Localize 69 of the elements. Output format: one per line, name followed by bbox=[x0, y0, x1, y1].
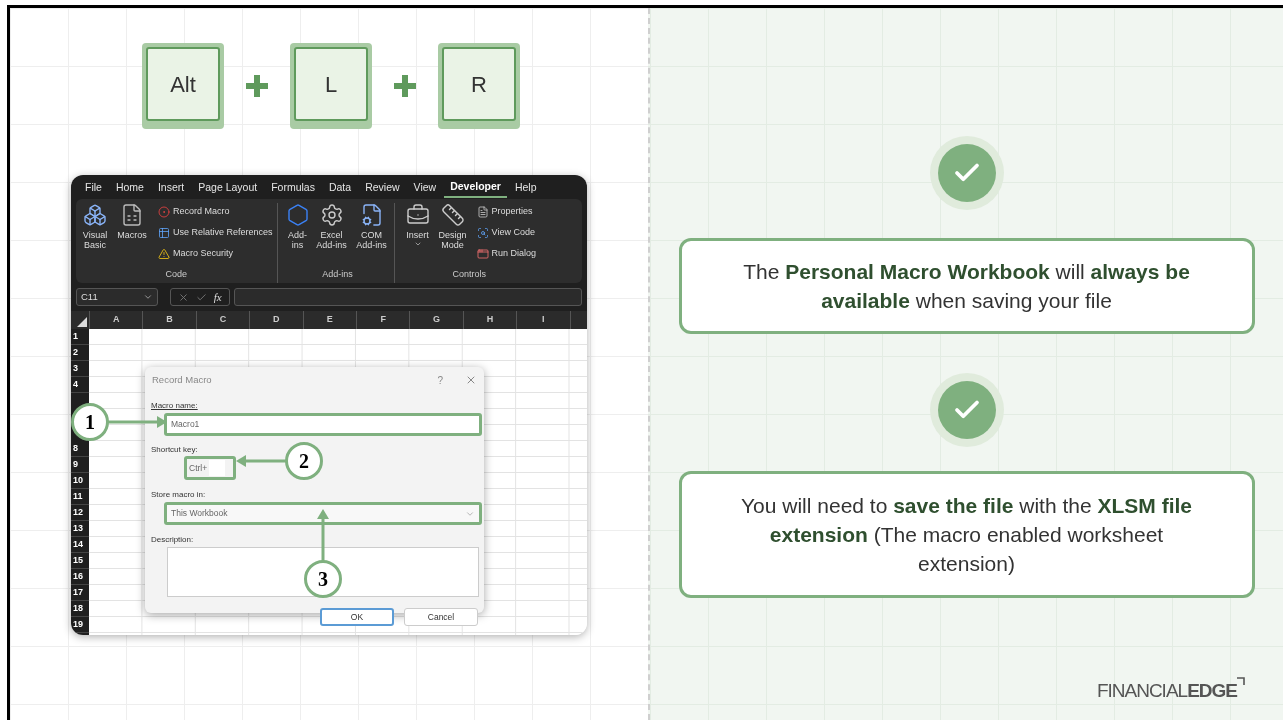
caret-icon bbox=[413, 240, 422, 248]
group-label: Add-ins bbox=[321, 267, 354, 281]
info-text: The Personal Macro Workbook will always be available when saving your file bbox=[742, 259, 1191, 314]
ribbon-button[interactable]: COM Add-ins bbox=[353, 203, 390, 268]
field-label: Shortcut key: bbox=[151, 444, 199, 456]
ribbon-button[interactable]: Add-ins bbox=[285, 203, 310, 268]
arrow bbox=[107, 416, 167, 428]
group-label: Code bbox=[164, 267, 189, 281]
ribbon-button[interactable]: Run Dialog bbox=[476, 245, 537, 262]
ribbon-tab[interactable]: Page Layout bbox=[192, 178, 264, 198]
close-icon[interactable] bbox=[465, 374, 477, 386]
check-icon[interactable] bbox=[196, 291, 207, 303]
keyboard-key: Alt bbox=[142, 43, 224, 129]
ribbon-button[interactable]: Design Mode bbox=[436, 203, 469, 268]
plus-icon bbox=[246, 75, 268, 97]
shortcut-field[interactable]: Ctrl+ bbox=[184, 456, 236, 480]
ribbon-button[interactable]: Macro Security bbox=[158, 245, 273, 262]
arrow bbox=[236, 455, 288, 467]
hexagon-icon bbox=[285, 203, 310, 227]
sheet-icon bbox=[120, 203, 144, 227]
table-icon bbox=[158, 226, 170, 239]
field-label: Store macro in: bbox=[151, 489, 207, 501]
dialog-button[interactable]: OK bbox=[320, 608, 394, 626]
store-dropdown[interactable]: This Workbook bbox=[164, 502, 482, 525]
name-box[interactable]: C11 bbox=[76, 288, 158, 306]
logo: FINANCIALEDGE bbox=[1096, 676, 1245, 705]
dropdown-value: This Workbook bbox=[171, 507, 228, 520]
ribbon-button[interactable]: Use Relative References bbox=[158, 224, 273, 241]
dialog-button[interactable]: Cancel bbox=[404, 608, 478, 626]
ribbon-tab[interactable]: Formulas bbox=[265, 178, 321, 198]
group-label: Controls bbox=[451, 267, 488, 281]
arrow bbox=[317, 509, 329, 562]
cell-reference: C11 bbox=[81, 289, 98, 304]
ribbon-button[interactable]: View Code bbox=[476, 224, 537, 241]
formula-field[interactable] bbox=[234, 288, 582, 306]
document-icon bbox=[476, 205, 489, 218]
caret-icon bbox=[143, 292, 153, 302]
ribbon-tab[interactable]: File bbox=[79, 178, 108, 198]
ribbon-button[interactable]: Record Macro bbox=[158, 203, 273, 220]
info-text: You will need to save the file with the XLSM file extension (The macro enabled worksheet extension) bbox=[740, 493, 1193, 577]
ribbon-button[interactable]: Macros bbox=[114, 203, 150, 268]
dialog-title: Record Macro bbox=[152, 372, 212, 387]
record-icon bbox=[158, 205, 170, 218]
dialog-icon bbox=[476, 247, 489, 260]
warning-icon bbox=[158, 247, 170, 260]
macro-name-field[interactable]: Macro1 bbox=[164, 413, 482, 436]
ribbon-button[interactable]: Visual Basic bbox=[80, 203, 110, 268]
function-button[interactable]: fx bbox=[213, 288, 222, 306]
keyboard-key: R bbox=[438, 43, 520, 129]
ribbon-tab[interactable]: View bbox=[407, 178, 443, 198]
ruler-icon bbox=[440, 203, 465, 227]
ribbon-tab[interactable]: Home bbox=[109, 178, 150, 198]
magnifier-icon bbox=[476, 226, 489, 239]
ribbon-button[interactable]: Insert bbox=[402, 203, 433, 268]
ribbon-tab[interactable]: Insert bbox=[151, 178, 191, 198]
field-label: Description: bbox=[151, 534, 195, 546]
ribbon-button[interactable]: Excel Add-ins bbox=[313, 203, 350, 268]
ribbon-tab[interactable]: Data bbox=[322, 178, 358, 198]
ribbon-tab[interactable]: Review bbox=[359, 178, 406, 198]
plus-icon bbox=[394, 75, 416, 97]
cancel-icon[interactable] bbox=[178, 291, 190, 303]
field-label: Macro name: bbox=[151, 400, 199, 412]
description-field[interactable] bbox=[167, 547, 479, 597]
ctrl-prefix: Ctrl+ bbox=[189, 461, 208, 475]
keyboard-key: L bbox=[290, 43, 372, 129]
toolbox-icon bbox=[405, 203, 430, 227]
gear-icon bbox=[319, 203, 344, 227]
ribbon-button[interactable]: Properties bbox=[476, 203, 537, 220]
ribbon-tab[interactable]: Help bbox=[508, 178, 543, 198]
